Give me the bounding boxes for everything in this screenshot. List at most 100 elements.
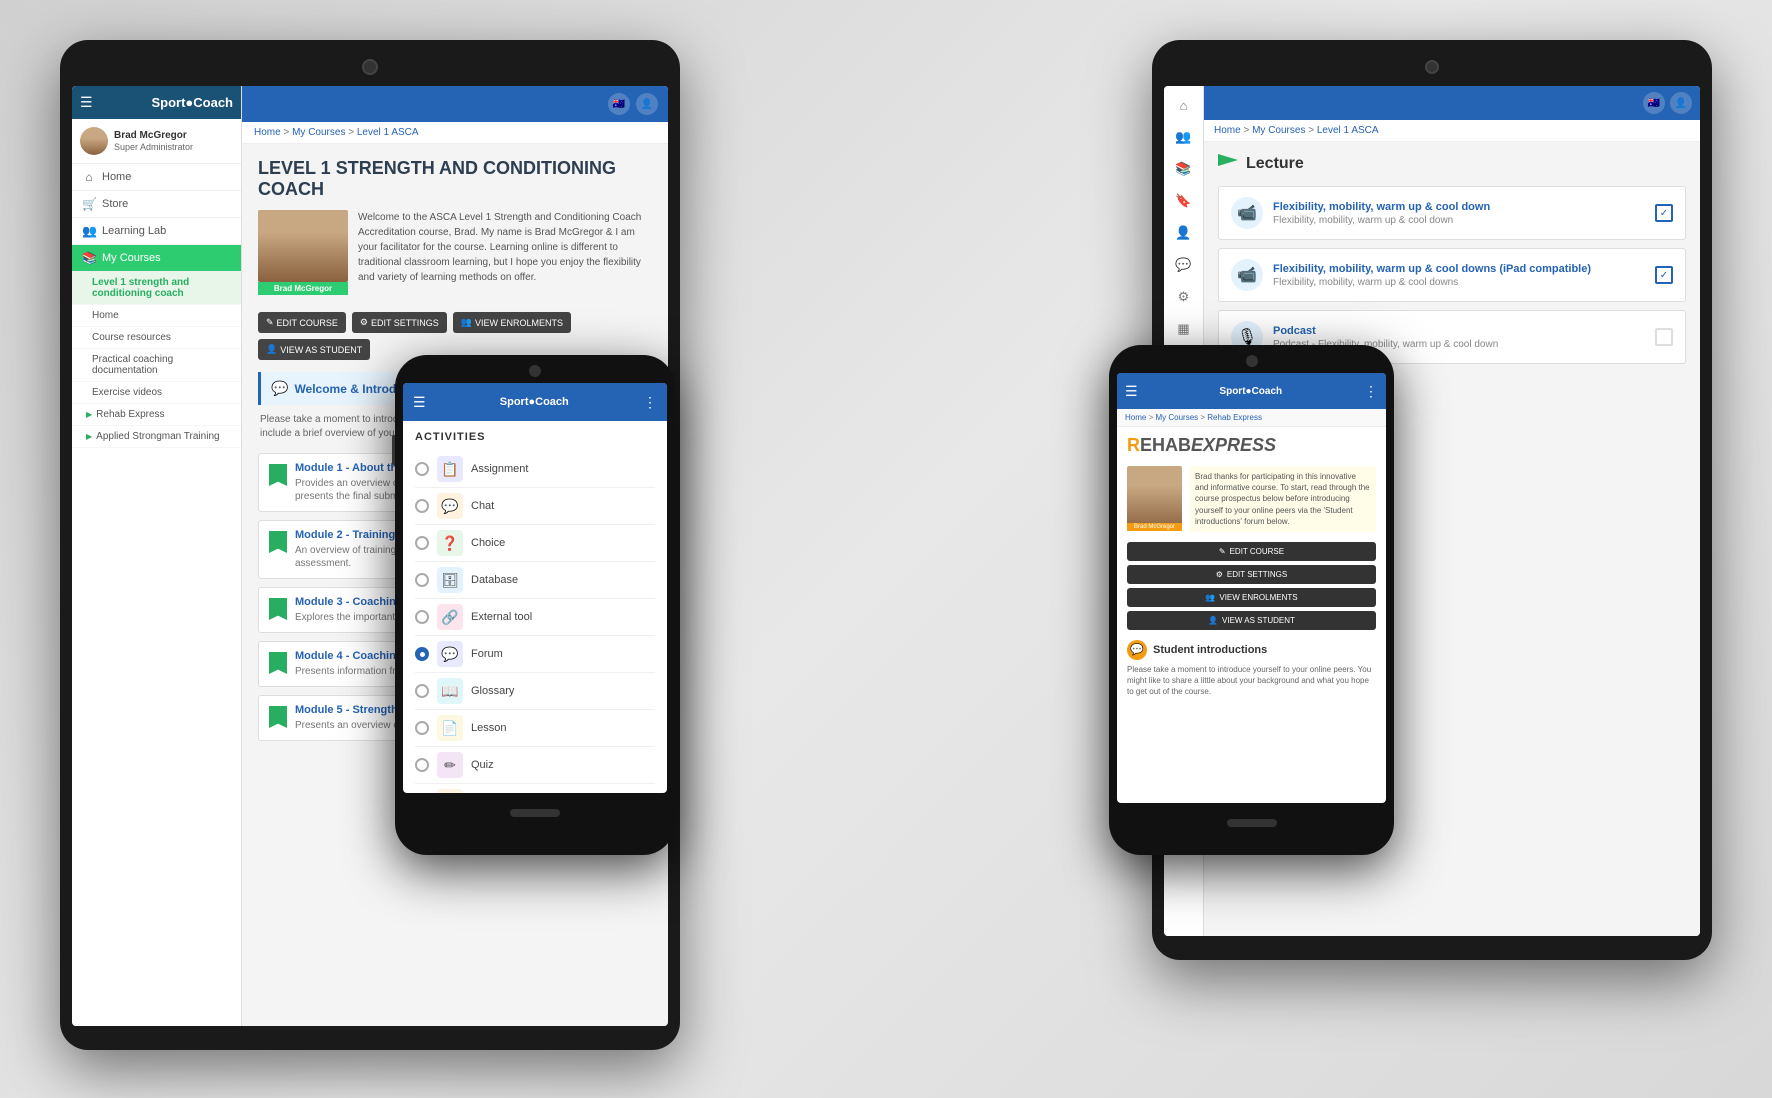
- sidebar-bookmark-icon[interactable]: 🔖: [1170, 187, 1198, 215]
- lecture-checkbox-2[interactable]: ✓: [1655, 266, 1673, 284]
- rehab-view-student-btn[interactable]: 👤 VIEW AS STUDENT: [1127, 611, 1376, 630]
- radio-lesson[interactable]: [415, 721, 429, 735]
- sidebar-chat-icon[interactable]: 💬: [1170, 251, 1198, 279]
- student-icon: 👤: [266, 344, 277, 355]
- hamburger-icon[interactable]: ☰: [80, 94, 93, 111]
- assignment-icon: 📋: [437, 456, 463, 482]
- phone-right-breadcrumb: Home > My Courses > Rehab Express: [1117, 409, 1386, 427]
- rehab-view-enrolments-btn[interactable]: 👥 VIEW ENROLMENTS: [1127, 588, 1376, 607]
- activity-label-lesson: Lesson: [471, 722, 506, 734]
- rehab-edit-icon: ✎: [1219, 547, 1226, 556]
- lecture-item-1: 📹 Flexibility, mobility, warm up & cool …: [1218, 186, 1686, 240]
- sidebar-person-icon[interactable]: 👤: [1170, 219, 1198, 247]
- home-button[interactable]: [510, 809, 560, 817]
- view-as-student-button[interactable]: 👤 VIEW AS STUDENT: [258, 339, 370, 360]
- sidebar-settings-icon[interactable]: ⚙: [1170, 283, 1198, 311]
- user-role: Super Administrator: [114, 142, 193, 152]
- activity-label-chat: Chat: [471, 500, 494, 512]
- store-icon: 🛒: [82, 197, 96, 211]
- view-enrolments-button[interactable]: 👥 VIEW ENROLMENTS: [453, 312, 571, 333]
- activity-quiz[interactable]: ✏ Quiz: [415, 747, 655, 784]
- lecture-checkbox-1[interactable]: ✓: [1655, 204, 1673, 222]
- activity-label-database: Database: [471, 574, 518, 586]
- sub-item-home[interactable]: Home: [72, 305, 241, 327]
- course-item-strongman[interactable]: ▶ Applied Strongman Training: [72, 426, 241, 448]
- glossary-icon: 📖: [437, 678, 463, 704]
- radio-choice[interactable]: [415, 536, 429, 550]
- lecture-video-icon-2: 📹: [1231, 259, 1263, 291]
- radio-glossary[interactable]: [415, 684, 429, 698]
- lecture-title-3[interactable]: Podcast: [1273, 325, 1645, 337]
- sub-item-exercise[interactable]: Exercise videos: [72, 382, 241, 404]
- radio-database[interactable]: [415, 573, 429, 587]
- right-header: 🇦🇺 👤: [1204, 86, 1700, 120]
- activity-scorm[interactable]: 📦 SCORM package: [415, 784, 655, 793]
- sub-item-course-resources[interactable]: Course resources: [72, 327, 241, 349]
- activity-lesson[interactable]: 📄 Lesson: [415, 710, 655, 747]
- lecture-desc-1: Flexibility, mobility, warm up & cool do…: [1273, 215, 1645, 226]
- header-icons: 🇦🇺 👤: [608, 93, 658, 115]
- phone-right-camera: [1246, 355, 1258, 367]
- activity-forum[interactable]: 💬 Forum: [415, 636, 655, 673]
- dots-menu-phone[interactable]: ⋮: [643, 394, 657, 411]
- lecture-title-2[interactable]: Flexibility, mobility, warm up & cool do…: [1273, 263, 1645, 275]
- radio-assignment[interactable]: [415, 462, 429, 476]
- edit-settings-button[interactable]: ⚙ EDIT SETTINGS: [352, 312, 447, 333]
- home-button-right[interactable]: [1227, 819, 1277, 827]
- course-item-rehab[interactable]: ▶ Rehab Express: [72, 404, 241, 426]
- breadcrumb: Home > My Courses > Level 1 ASCA: [242, 122, 668, 144]
- lecture-content-1: Flexibility, mobility, warm up & cool do…: [1273, 201, 1645, 226]
- student-section-text: Please take a moment to introduce yourse…: [1127, 664, 1376, 698]
- sub-item-level1[interactable]: Level 1 strength and conditioning coach: [72, 272, 241, 305]
- nav-item-home[interactable]: ⌂ Home: [72, 164, 241, 191]
- rehab-express: EXPRESS: [1191, 435, 1276, 455]
- radio-forum[interactable]: [415, 647, 429, 661]
- user-icon[interactable]: 👤: [636, 93, 658, 115]
- bookmark-icon-3: [269, 598, 287, 620]
- radio-quiz[interactable]: [415, 758, 429, 772]
- nav-item-store[interactable]: 🛒 Store: [72, 191, 241, 218]
- rehab-edit-course-btn[interactable]: ✎ EDIT COURSE: [1127, 542, 1376, 561]
- flag-icon[interactable]: 🇦🇺: [608, 93, 630, 115]
- nav-item-my-courses[interactable]: 📚 My Courses: [72, 245, 241, 272]
- page-title: LEVEL 1 STRENGTH AND CONDITIONING COACH: [258, 158, 652, 200]
- flag-icon-right[interactable]: 🇦🇺: [1643, 92, 1665, 114]
- phone-left-screen: ☰ Sport●Coach ⋮ ACTIVITIES 📋 Assignment …: [403, 383, 667, 793]
- user-icon-right[interactable]: 👤: [1670, 92, 1692, 114]
- avatar: [80, 127, 108, 155]
- lecture-desc-2: Flexibility, mobility, warm up & cool do…: [1273, 277, 1645, 288]
- radio-external-tool[interactable]: [415, 610, 429, 624]
- activity-database[interactable]: 🗄 Database: [415, 562, 655, 599]
- left-header: 🇦🇺 👤: [242, 86, 668, 122]
- dots-menu-phone-right[interactable]: ⋮: [1364, 383, 1378, 400]
- rehab-student-section: 💬 Student introductions Please take a mo…: [1117, 634, 1386, 704]
- activity-glossary[interactable]: 📖 Glossary: [415, 673, 655, 710]
- external-tool-icon: 🔗: [437, 604, 463, 630]
- sub-item-practical[interactable]: Practical coaching documentation: [72, 349, 241, 382]
- nav-item-learning-lab[interactable]: 👥 Learning Lab: [72, 218, 241, 245]
- speech-bubble-icon: 💬: [271, 380, 288, 397]
- rehab-instructor: Brad McGregor Brad thanks for participat…: [1117, 460, 1386, 538]
- hamburger-icon-phone[interactable]: ☰: [413, 394, 426, 411]
- radio-chat[interactable]: [415, 499, 429, 513]
- activity-chat[interactable]: 💬 Chat: [415, 488, 655, 525]
- edit-icon: ✎: [266, 317, 274, 328]
- activity-assignment[interactable]: 📋 Assignment: [415, 451, 655, 488]
- rehab-edit-settings-btn[interactable]: ⚙ EDIT SETTINGS: [1127, 565, 1376, 584]
- student-section-title: Student introductions: [1153, 644, 1267, 656]
- lecture-title-1[interactable]: Flexibility, mobility, warm up & cool do…: [1273, 201, 1645, 213]
- edit-course-button[interactable]: ✎ EDIT COURSE: [258, 312, 346, 333]
- rehab-instructor-photo: Brad McGregor: [1127, 466, 1182, 531]
- activity-choice[interactable]: ❓ Choice: [415, 525, 655, 562]
- activity-label-choice: Choice: [471, 537, 505, 549]
- activity-label-forum: Forum: [471, 648, 503, 660]
- sidebar-users-icon[interactable]: 👥: [1170, 123, 1198, 151]
- volume-button: [392, 435, 395, 465]
- hamburger-icon-phone-right[interactable]: ☰: [1125, 383, 1138, 400]
- sidebar-courses-icon[interactable]: 📚: [1170, 155, 1198, 183]
- lecture-checkbox-3[interactable]: [1655, 328, 1673, 346]
- activity-external-tool[interactable]: 🔗 External tool: [415, 599, 655, 636]
- rehab-enrolments-icon: 👥: [1205, 593, 1215, 602]
- sidebar-home-icon[interactable]: ⌂: [1170, 91, 1198, 119]
- sidebar-grid-icon[interactable]: ▦: [1170, 315, 1198, 343]
